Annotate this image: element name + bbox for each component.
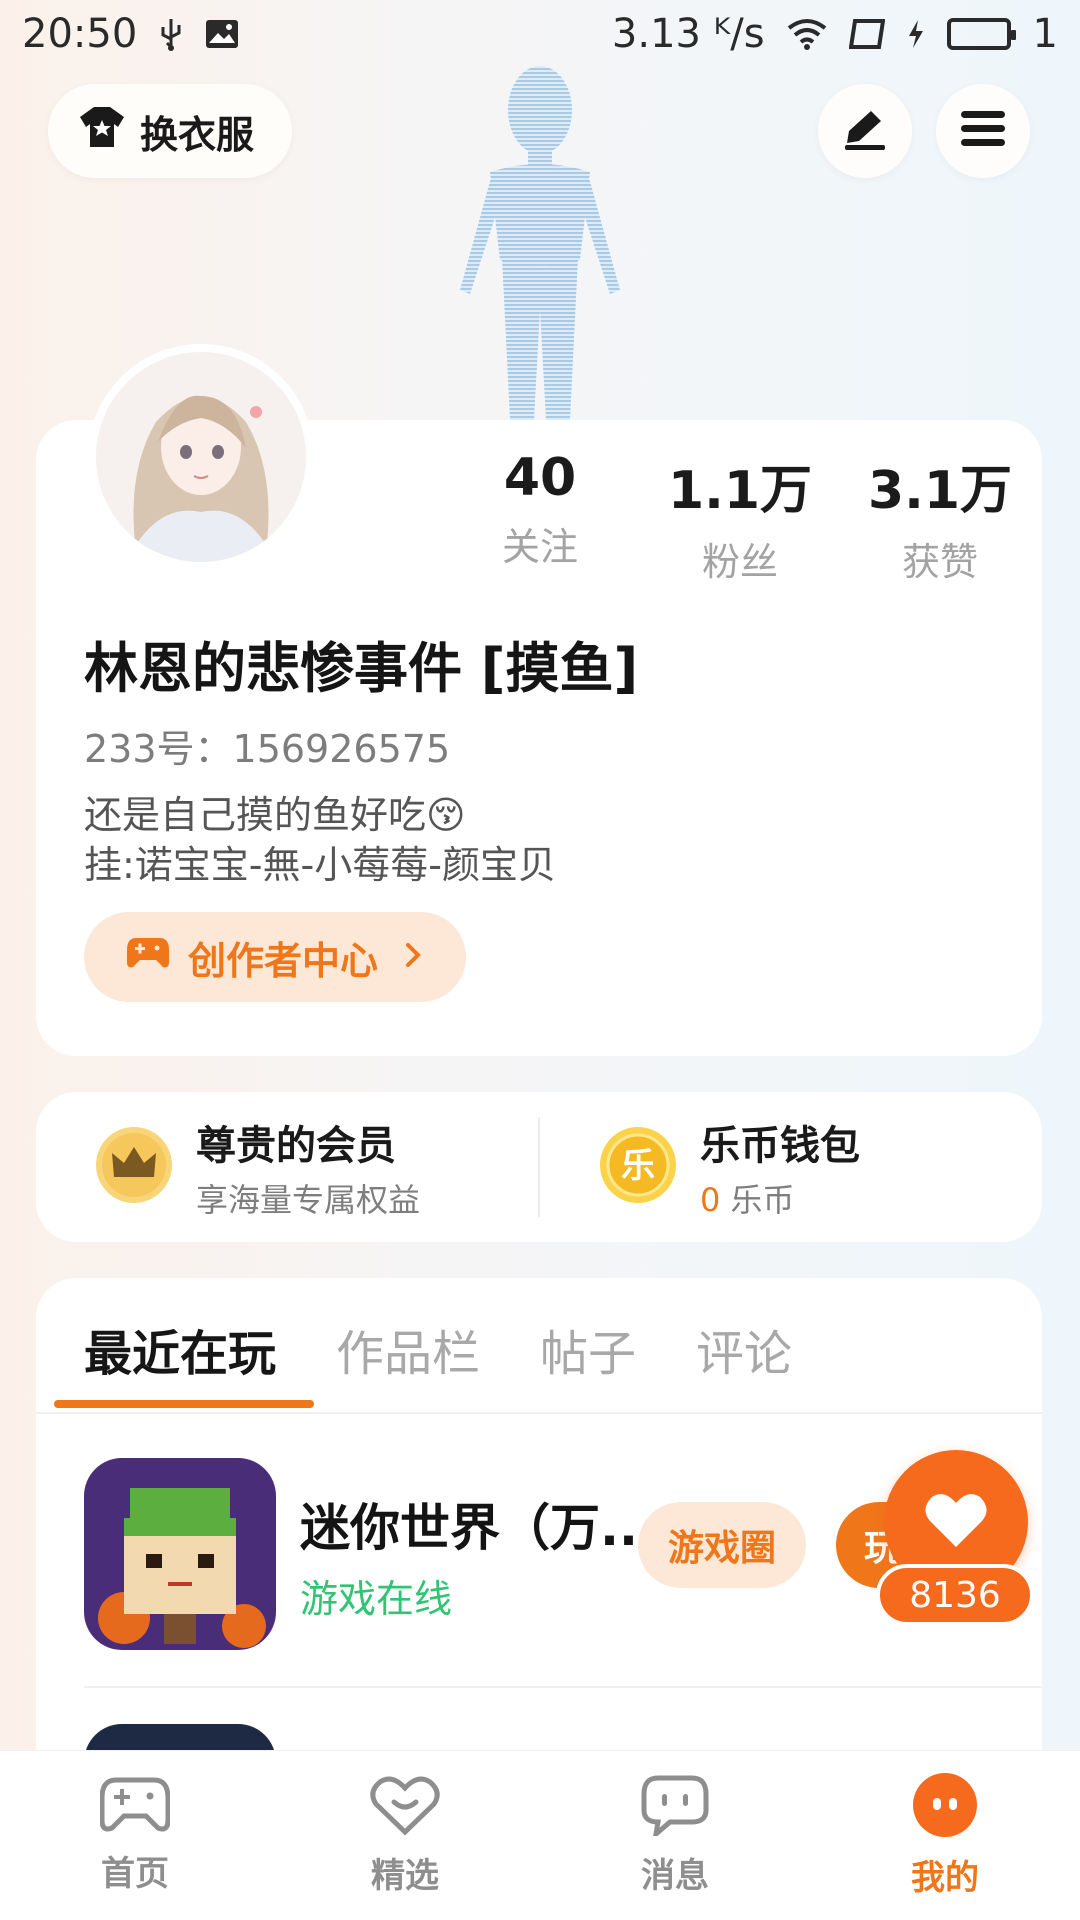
heart-icon bbox=[924, 1491, 988, 1553]
user-id[interactable]: 233号：156926575 bbox=[84, 718, 450, 773]
hamburger-menu-icon bbox=[959, 109, 1007, 153]
screen-rotate-icon bbox=[848, 19, 885, 49]
game-name: 迷你世界（万.. bbox=[300, 1499, 638, 1557]
coin-glyph: 乐 bbox=[621, 1146, 655, 1186]
character-model[interactable] bbox=[430, 60, 650, 420]
nav-me[interactable]: 我的 bbox=[835, 1772, 1055, 1899]
vip-subtitle: 享海量专属权益 bbox=[196, 1181, 421, 1219]
stat-label: 关注 bbox=[501, 525, 578, 569]
change-outfit-button[interactable]: 换衣服 bbox=[48, 84, 292, 178]
battery-level: 1 bbox=[1032, 11, 1058, 57]
face-icon bbox=[912, 1772, 978, 1842]
clock: 20:50 bbox=[22, 11, 138, 57]
tab-bar: 最近在玩 作品栏 帖子 评论 bbox=[84, 1314, 792, 1384]
stat-value: 1.1万 bbox=[667, 461, 813, 521]
game-status: 游戏在线 bbox=[300, 1577, 453, 1621]
wallet-unit: 乐币 bbox=[720, 1181, 795, 1219]
avatar[interactable] bbox=[88, 344, 314, 570]
vip-member-entry[interactable]: 尊贵的会员 享海量专属权益 bbox=[36, 1092, 538, 1242]
stat-value: 3.1万 bbox=[867, 461, 1013, 521]
image-notification-icon bbox=[205, 19, 239, 49]
nav-featured[interactable]: 精选 bbox=[295, 1774, 515, 1897]
wallet-title: 乐币钱包 bbox=[700, 1123, 860, 1169]
menu-button[interactable] bbox=[936, 84, 1030, 178]
tab-works[interactable]: 作品栏 bbox=[336, 1314, 480, 1384]
wifi-icon bbox=[787, 18, 827, 50]
coin-icon: 乐 bbox=[598, 1125, 678, 1209]
pen-icon bbox=[841, 107, 889, 155]
network-speed: 3.13 ᴷ/s bbox=[611, 11, 765, 57]
nav-messages[interactable]: 消息 bbox=[565, 1774, 785, 1897]
wallet-entry[interactable]: 乐 乐币钱包 0 乐币 bbox=[540, 1092, 1042, 1242]
bio: 还是自己摸的鱼好吃😚 挂:诺宝宝-無-小莓莓-颜宝贝 bbox=[84, 790, 556, 890]
status-bar: 20:50 3.13 ᴷ/s 1 bbox=[0, 0, 1080, 68]
active-tab-indicator bbox=[54, 1400, 314, 1408]
usb-icon bbox=[159, 17, 183, 51]
nav-label: 我的 bbox=[911, 1858, 979, 1898]
stat-followers[interactable]: 1.1万 粉丝 bbox=[640, 448, 840, 586]
gamepad-icon bbox=[99, 1776, 171, 1838]
bottom-navigation: 首页 精选 消息 我的 bbox=[0, 1750, 1080, 1920]
divider bbox=[84, 1686, 1042, 1688]
tab-posts[interactable]: 帖子 bbox=[540, 1314, 636, 1384]
nav-home[interactable]: 首页 bbox=[25, 1776, 245, 1895]
like-count-badge: 8136 bbox=[876, 1564, 1034, 1626]
tab-comments[interactable]: 评论 bbox=[696, 1314, 792, 1384]
nav-label: 精选 bbox=[371, 1856, 439, 1896]
edit-profile-button[interactable] bbox=[818, 84, 912, 178]
tshirt-icon bbox=[78, 105, 126, 158]
stat-likes[interactable]: 3.1万 获赞 bbox=[840, 448, 1040, 586]
change-outfit-label: 换衣服 bbox=[140, 112, 255, 157]
gamepad-icon bbox=[126, 935, 170, 979]
bio-line: 还是自己摸的鱼好吃😚 bbox=[84, 793, 466, 837]
vip-wallet-card: 尊贵的会员 享海量专属权益 乐 乐币钱包 0 乐币 bbox=[36, 1092, 1042, 1242]
username: 林恩的悲惨事件 [摸鱼] bbox=[84, 637, 639, 700]
bio-line: 挂:诺宝宝-無-小莓莓-颜宝贝 bbox=[84, 843, 556, 887]
message-icon bbox=[640, 1774, 710, 1841]
creator-center-button[interactable]: 创作者中心 bbox=[84, 912, 466, 1002]
vip-title: 尊贵的会员 bbox=[196, 1123, 396, 1169]
crown-icon bbox=[94, 1125, 174, 1209]
divider bbox=[36, 1412, 1042, 1414]
wallet-amount: 0 bbox=[700, 1181, 721, 1219]
chevron-right-icon bbox=[404, 937, 422, 977]
stat-following[interactable]: 40 关注 bbox=[440, 448, 640, 586]
creator-center-label: 创作者中心 bbox=[188, 938, 379, 983]
wallet-balance: 0 乐币 bbox=[700, 1175, 860, 1221]
nav-label: 首页 bbox=[101, 1854, 169, 1894]
stat-value: 40 bbox=[503, 448, 577, 508]
stat-label: 粉丝 bbox=[701, 540, 778, 584]
tab-recently-played[interactable]: 最近在玩 bbox=[84, 1314, 276, 1384]
charging-icon bbox=[907, 19, 925, 49]
battery-icon bbox=[946, 18, 1016, 50]
stat-label: 获赞 bbox=[901, 540, 978, 584]
game-circle-button[interactable]: 游戏圈 bbox=[638, 1502, 806, 1588]
profile-stats: 40 关注 1.1万 粉丝 3.1万 获赞 bbox=[440, 448, 1040, 586]
heart-chat-icon bbox=[370, 1774, 440, 1840]
nav-label: 消息 bbox=[641, 1856, 709, 1896]
list-item[interactable]: 迷你世界（万.. 游戏在线 游戏圈 玩 bbox=[84, 1458, 1024, 1654]
game-icon[interactable] bbox=[84, 1458, 276, 1650]
